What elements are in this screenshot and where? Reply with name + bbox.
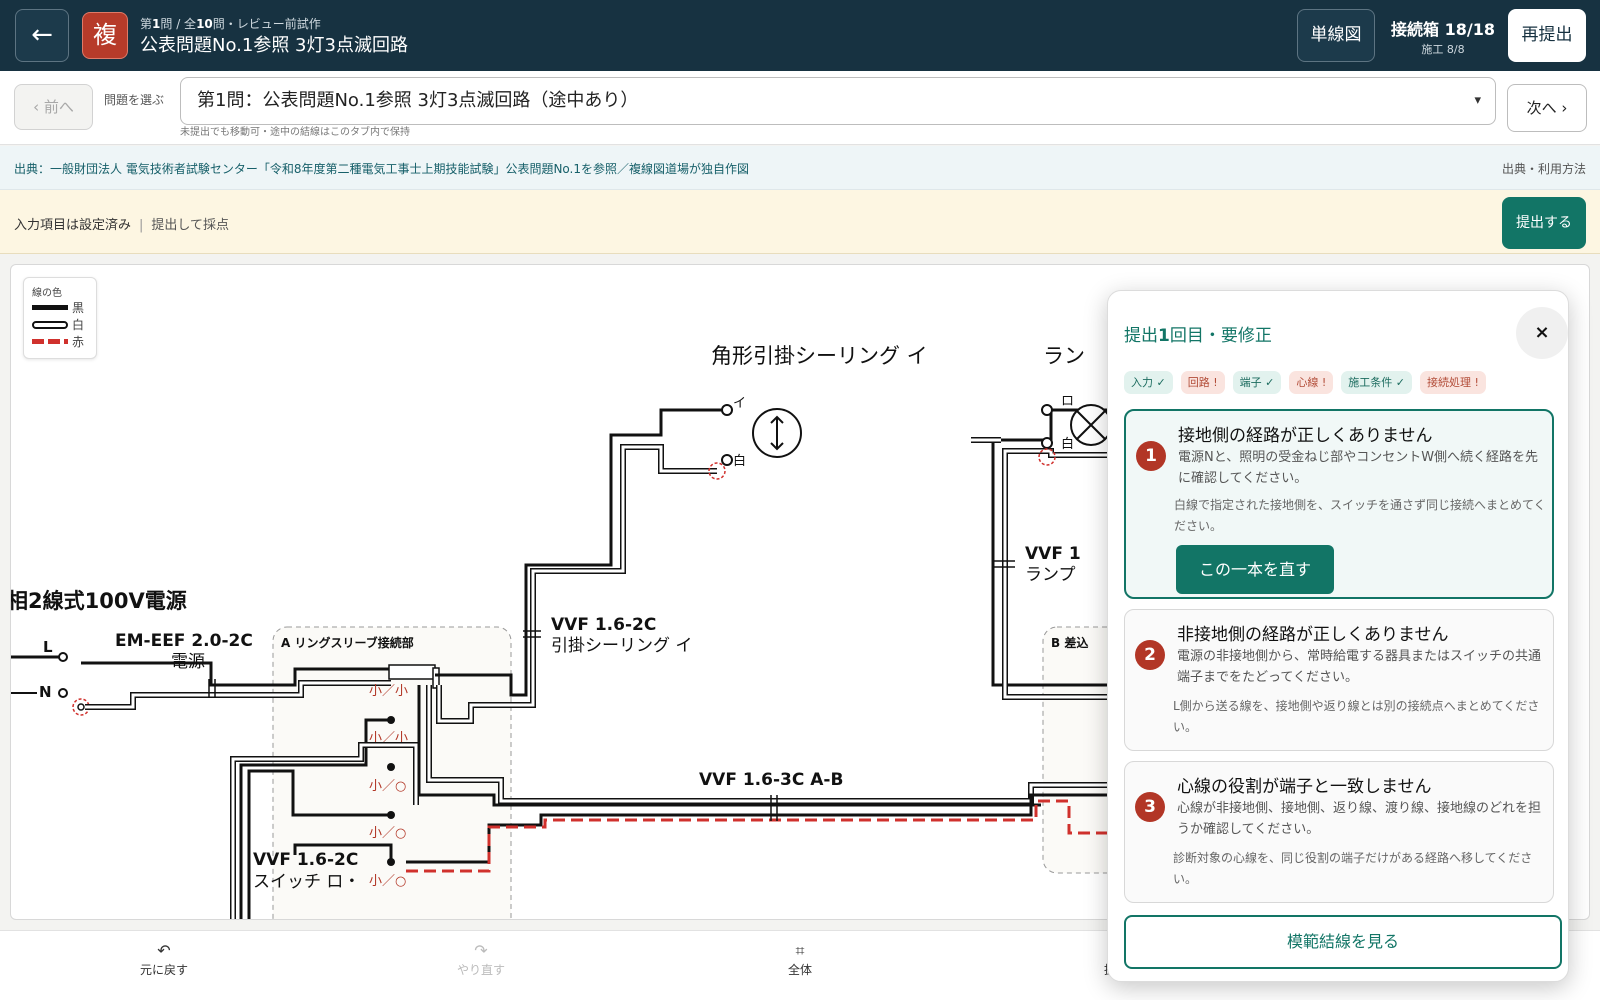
undo-icon: ↶ — [157, 941, 171, 960]
legend-item-red: 赤 — [32, 333, 88, 350]
issue-card-1[interactable]: 1 接地側の経路が正しくありません 電源Nと、照明の受金ねじ部やコンセントW側へ… — [1124, 409, 1554, 599]
wire-red-traveler — [406, 799, 1121, 873]
sleeve-label: 小／○ — [369, 874, 406, 889]
issue-number: 1 — [1136, 441, 1166, 471]
legend-item-white: 白 — [32, 316, 88, 333]
legend-item-black: 黒 — [32, 299, 88, 316]
terminal-white-label: 白 — [733, 453, 746, 469]
chip-conductor: 心線 ! — [1289, 371, 1334, 394]
terminal-i-label: イ — [733, 396, 746, 411]
junction-box-count: 接続箱 18/18 — [1391, 20, 1495, 39]
terminal-n-label: N — [39, 683, 52, 701]
selector-hint: 未提出でも移動可・途中の結線はこのタブ内で保持 — [180, 127, 410, 138]
panel-title: 提出1回目・要修正 — [1124, 326, 1272, 346]
submit-button[interactable]: 提出する — [1502, 197, 1586, 249]
connection-counter: 接続箱 18/18 施工 8/8 — [1389, 16, 1497, 57]
issue-hint: L側から送る線を、接地側や返り線とは別の接続点へまとめてください。 — [1173, 699, 1540, 734]
status-separator: | — [139, 218, 144, 233]
close-panel-button[interactable]: × — [1516, 307, 1568, 359]
issue-hint: 診断対象の心線を、同じ役割の端子だけがある経路へ移してください。 — [1173, 851, 1533, 886]
legend-title: 線の色 — [32, 288, 62, 299]
terminal-l[interactable] — [58, 652, 68, 662]
issue-description: 電源の非接地側から、常時給電する器具またはスイッチの共通端子までをたどってくださ… — [1177, 649, 1542, 685]
construction-count: 施工 8/8 — [1421, 43, 1465, 56]
cable-ceiling-sub: 引掛シーリング イ — [551, 636, 692, 656]
ceiling-terminal-i[interactable] — [721, 404, 733, 416]
chip-terminal: 端子 ✓ — [1232, 371, 1282, 394]
terminal-white2-label: 白 — [1061, 436, 1074, 452]
sleeve-label: 小／小 — [369, 684, 408, 699]
problem-selector-row: ‹ 前へ 問題を選ぶ 第1問：公表問題No.1参照 3灯3点滅回路（途中あり） … — [0, 71, 1600, 145]
view-model-wiring-button[interactable]: 模範結線を見る — [1124, 915, 1562, 969]
chip-circuit: 回路 ! — [1180, 371, 1225, 394]
single-line-diagram-button[interactable]: 単線図 — [1297, 9, 1375, 62]
sleeve-label: 小／○ — [369, 779, 406, 794]
wire-color-legend: 線の色 黒 白 赤 — [23, 277, 97, 359]
close-icon: × — [1534, 322, 1550, 343]
issue-card-2[interactable]: 2 非接地側の経路が正しくありません 電源の非接地側から、常時給電する器具または… — [1124, 609, 1554, 751]
status-main: 入力項目は設定済み — [14, 218, 132, 233]
box-b-label: B 差込 — [1051, 635, 1088, 650]
chip-input: 入力 ✓ — [1124, 371, 1173, 394]
lamp-title: ラン — [1043, 344, 1085, 368]
issue-heading: 接地側の経路が正しくありません — [1178, 426, 1433, 446]
box-a-label: A リングスリーブ接続部 — [281, 635, 414, 650]
source-text: 出典：一般財団法人 電気技術者試験センター「令和8年度第二種電気工事士上期技能試… — [14, 162, 750, 176]
top-bar: ← 複 第1問 / 全10問・レビュー前試作 公表問題No.1参照 3灯3点滅回… — [0, 0, 1600, 71]
selector-label: 問題を選ぶ — [104, 93, 165, 107]
check-chips: 入力 ✓ 回路 ! 端子 ✓ 心線 ! 施工条件 ✓ 接続処理 ! — [1124, 371, 1486, 394]
feedback-panel: 提出1回目・要修正 × 入力 ✓ 回路 ! 端子 ✓ 心線 ! 施工条件 ✓ 接… — [1107, 290, 1569, 982]
chevron-down-icon: ▾ — [1474, 93, 1481, 108]
issue-card-3[interactable]: 3 心線の役割が端子と一致しません 心線が非接地側、接地側、返り線、渡り線、接地… — [1124, 761, 1554, 903]
issue-description: 心線が非接地側、接地側、返り線、渡り線、接地線のどれを担うか確認してください。 — [1177, 801, 1542, 837]
issue-description: 電源Nと、照明の受金ねじ部やコンセントW側へ続く経路を先に確認してください。 — [1178, 450, 1539, 486]
issue-heading: 心線の役割が端子と一致しません — [1177, 777, 1432, 797]
status-row: 入力項目は設定済み | 提出して採点 提出する — [0, 190, 1600, 254]
cable-ceiling-label: VVF 1.6-2C — [551, 615, 656, 635]
issue-number: 3 — [1135, 792, 1165, 822]
next-button[interactable]: 次へ › — [1507, 84, 1587, 132]
cable-source-label: EM-EEF 2.0-2C — [115, 631, 253, 651]
cable-switch-sub: スイッチ ロ・ — [253, 872, 360, 892]
prev-button[interactable]: ‹ 前へ — [14, 84, 93, 130]
status-sub: 提出して採点 — [151, 218, 230, 233]
sleeve-label: 小／○ — [369, 826, 406, 841]
chip-construction: 施工条件 ✓ — [1341, 371, 1412, 394]
source-usage-link[interactable]: 出典・利用方法 — [1502, 160, 1586, 177]
page-title: 公表問題No.1参照 3灯3点滅回路 — [140, 35, 408, 56]
problem-select-value: 第1問：公表問題No.1参照 3灯3点滅回路（途中あり） — [197, 90, 639, 111]
undo-button[interactable]: ↶ 元に戻す — [109, 941, 219, 978]
fix-this-wire-button[interactable]: この一本を直す — [1176, 545, 1334, 594]
redo-button[interactable]: ↷ やり直す — [426, 941, 536, 978]
chip-connection: 接続処理 ! — [1419, 371, 1486, 394]
cable-lamp-label: VVF 1 — [1025, 544, 1081, 564]
issue-number: 2 — [1135, 640, 1165, 670]
ceiling-terminal-white[interactable] — [721, 454, 733, 466]
problem-select[interactable]: 第1問：公表問題No.1参照 3灯3点滅回路（途中あり） ▾ — [180, 77, 1496, 125]
cable-lamp-sub: ランプ — [1025, 565, 1076, 585]
grid-icon: ⌗ — [795, 941, 805, 960]
source-label: 相2線式100V電源 — [11, 589, 187, 613]
terminal-n[interactable] — [58, 688, 68, 698]
mode-badge: 複 — [82, 12, 128, 59]
back-button[interactable]: ← — [15, 9, 69, 62]
breadcrumb: 第1問 / 全10問・レビュー前試作 — [140, 17, 321, 31]
issue-hint: 白線で指定された接地側を、スイッチを通さず同じ接続へまとめてください。 — [1174, 498, 1546, 533]
back-arrow-icon: ← — [31, 20, 53, 50]
issue-heading: 非接地側の経路が正しくありません — [1177, 625, 1449, 645]
status-text: 入力項目は設定済み | 提出して採点 — [14, 214, 229, 233]
resubmit-button[interactable]: 再提出 — [1508, 9, 1586, 62]
source-row: 出典：一般財団法人 電気技術者試験センター「令和8年度第二種電気工事士上期技能試… — [0, 146, 1600, 190]
cable-switch-label: VVF 1.6-2C — [253, 850, 358, 870]
cable-ab-label: VVF 1.6-3C A-B — [699, 770, 843, 790]
ceiling-title: 角形引掛シーリング イ — [711, 344, 928, 368]
terminal-ro-label: ロ — [1061, 394, 1074, 409]
fit-all-button[interactable]: ⌗ 全体 — [745, 941, 855, 978]
redo-icon: ↷ — [474, 941, 488, 960]
terminal-l-label: L — [43, 638, 53, 656]
